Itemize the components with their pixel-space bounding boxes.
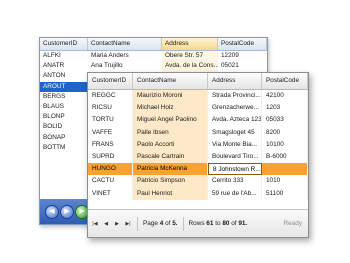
- next-page-button[interactable]: ▶: [113, 221, 121, 227]
- table-cell: VINET: [88, 187, 133, 200]
- back-header-customerid[interactable]: CustomerID: [40, 38, 88, 50]
- table-cell: Cerrito 333: [208, 175, 262, 188]
- table-cell: 1203: [262, 102, 308, 115]
- back-pager-prev-button[interactable]: ◀: [45, 205, 59, 219]
- table-row[interactable]: REGGC Maurizio Moroni Strada Provinci... 42…: [88, 90, 308, 103]
- table-cell: Avda. Azteca 123: [208, 114, 262, 127]
- table-cell: 51100: [262, 187, 308, 200]
- back-header-postalcode[interactable]: PostalCode: [218, 38, 267, 50]
- back-grid-cell: BLAUS: [43, 102, 64, 110]
- last-page-button[interactable]: ▶|: [124, 221, 132, 227]
- rows-indicator: Rows 61 to 80 of 91.: [188, 220, 248, 227]
- table-row[interactable]: FRANS Paolo Accorti Via Monte Bia... 10100: [88, 138, 308, 151]
- table-cell: 42100: [262, 90, 308, 103]
- table-cell: 8200: [262, 126, 308, 139]
- front-grid: CustomerID ContactName Address PostalCod…: [87, 72, 309, 238]
- table-cell: Patricio Simpson: [133, 175, 208, 188]
- back-grid-cell: BOLID: [43, 123, 63, 131]
- front-grid-pager: |◀ ◀ ▶ ▶| Page 4 of 5. Rows 61 to 80 of …: [88, 209, 308, 237]
- back-grid-cell: 12209: [221, 52, 239, 59]
- back-header-contactname[interactable]: ContactName: [88, 38, 162, 50]
- back-pager-next-button[interactable]: ▶: [60, 205, 74, 219]
- front-header-customerid[interactable]: CustomerID: [88, 73, 133, 89]
- front-header-postalcode[interactable]: PostalCode: [262, 73, 308, 89]
- pager-divider: [182, 216, 184, 231]
- back-grid-row[interactable]: ANATR Ana Trujillo Avda. de la Cons... 0502…: [40, 61, 267, 72]
- table-cell: Michael Holz: [133, 102, 208, 115]
- front-grid-header: CustomerID ContactName Address PostalCod…: [88, 73, 308, 90]
- table-cell: Boulevard Tiro...: [208, 150, 262, 164]
- status-text: Ready: [283, 220, 302, 227]
- table-cell: Pascale Cartrain: [133, 150, 208, 164]
- table-cell: Via Monte Bia...: [208, 138, 262, 151]
- page-indicator: Page 4 of 5.: [143, 220, 178, 227]
- table-cell: SUPRD: [88, 150, 133, 164]
- table-cell: Smagsloget 45: [208, 126, 262, 139]
- table-cell[interactable]: 8 Johnstown R...: [208, 163, 262, 176]
- table-cell: 10100: [262, 138, 308, 151]
- table-cell: Miguel Angel Paolino: [133, 114, 208, 127]
- table-row[interactable]: SUPRD Pascale Cartrain Boulevard Tiro... B-…: [88, 150, 308, 164]
- table-cell: REGGC: [88, 90, 133, 103]
- table-cell: 59 rue de l'Ab...: [208, 187, 262, 200]
- table-cell: 1010: [262, 175, 308, 188]
- selected-table-row[interactable]: HUNGO Patricia McKenna 8 Johnstown R...: [88, 163, 308, 176]
- back-grid-cell: ANATR: [43, 62, 65, 70]
- table-cell: FRANS: [88, 138, 133, 151]
- front-grid-body: REGGC Maurizio Moroni Strada Provinci... 42…: [88, 90, 308, 211]
- table-cell: Grenzacherwe...: [208, 102, 262, 115]
- back-grid-cell: AROUT: [43, 82, 66, 90]
- table-cell: CACTU: [88, 175, 133, 188]
- table-cell: Patricia McKenna: [133, 163, 208, 176]
- prev-page-button[interactable]: ◀: [102, 221, 110, 227]
- table-cell: B-6000: [262, 150, 308, 164]
- table-row[interactable]: VINET Paul Henriot 59 rue de l'Ab... 51100: [88, 187, 308, 200]
- back-grid-cell: ANTON: [43, 72, 66, 80]
- table-cell: Palle Ibsen: [133, 126, 208, 139]
- back-grid-cell: BONAP: [43, 133, 66, 141]
- back-grid-cell: BERGS: [43, 92, 66, 100]
- back-grid-row[interactable]: ALFKI Maria Anders Obere Str. 57 12209: [40, 51, 267, 62]
- table-row[interactable]: CACTU Patricio Simpson Cerrito 333 1010: [88, 175, 308, 188]
- table-cell: Maurizio Moroni: [133, 90, 208, 103]
- pager-divider: [137, 216, 138, 231]
- back-header-address[interactable]: Address: [162, 38, 218, 50]
- table-cell: Paul Henriot: [133, 187, 208, 200]
- table-cell: VAFFE: [88, 126, 133, 139]
- table-cell: RICSU: [88, 102, 133, 115]
- back-grid-cell: ALFKI: [43, 52, 61, 59]
- table-cell: TORTU: [88, 114, 133, 127]
- table-cell: HUNGO: [88, 163, 133, 176]
- back-grid-cell: Ana Trujillo: [91, 62, 123, 70]
- back-grid-cell: BLONP: [43, 113, 65, 121]
- table-row[interactable]: VAFFE Palle Ibsen Smagsloget 45 8200: [88, 126, 308, 139]
- table-cell: 05033: [262, 114, 308, 127]
- table-row[interactable]: TORTU Miguel Angel Paolino Avda. Azteca 12…: [88, 114, 308, 127]
- back-grid-cell: BOTTM: [43, 143, 66, 151]
- back-grid-header: CustomerID ContactName Address PostalCod…: [40, 38, 267, 51]
- table-cell: Strada Provinci...: [208, 90, 262, 103]
- table-row[interactable]: RICSU Michael Holz Grenzacherwe... 1203: [88, 102, 308, 115]
- back-grid-cell: Obere Str. 57: [162, 51, 218, 62]
- first-page-button[interactable]: |◀: [91, 221, 99, 227]
- table-cell: Paolo Accorti: [133, 138, 208, 151]
- table-cell: [262, 163, 308, 176]
- back-grid-cell: Avda. de la Cons...: [162, 61, 218, 72]
- front-header-address[interactable]: Address: [208, 73, 262, 89]
- front-header-contactname[interactable]: ContactName: [133, 73, 208, 89]
- back-grid-cell: 05021: [221, 62, 239, 70]
- back-grid-cell: Maria Anders: [91, 52, 129, 59]
